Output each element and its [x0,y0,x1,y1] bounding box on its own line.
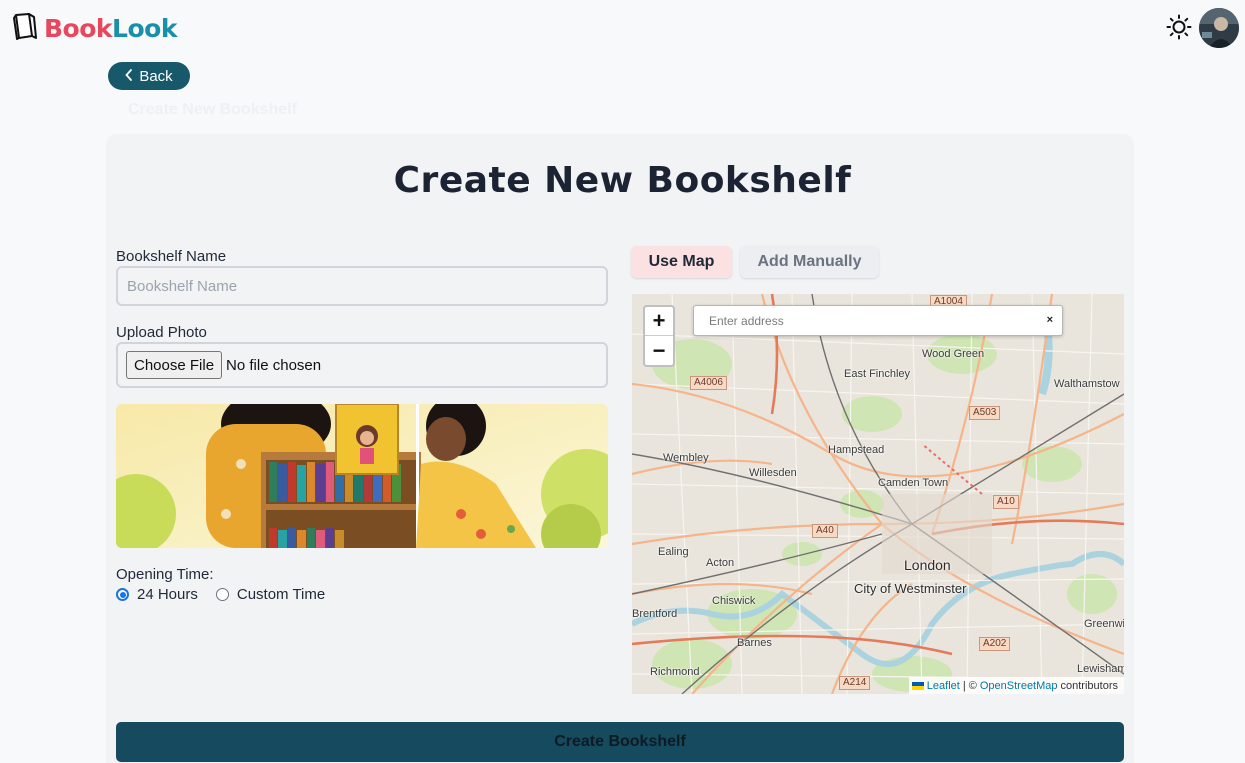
file-status-text: No file chosen [226,356,322,374]
sun-icon [1166,14,1192,45]
map-road-a4006: A4006 [690,376,727,390]
map-label-ealing: Ealing [658,546,689,558]
back-label: Back [139,67,173,85]
map-label-walthamstow: Walthamstow [1054,378,1120,390]
map-label-east-finchley: East Finchley [844,368,911,380]
radio-24-hours-label: 24 Hours [137,586,198,603]
map-label-london: London [904,557,951,573]
attribution-suffix: contributors [1060,679,1118,692]
page-title: Create New Bookshelf [393,160,852,201]
map-label-wood-green: Wood Green [922,348,985,360]
clear-search-button[interactable]: × [1047,314,1053,326]
app-logo[interactable]: BookLook [12,12,177,45]
map-zoom-control: + − [643,305,675,367]
map-road-a10: A10 [993,495,1019,509]
tab-use-map[interactable]: Use Map [631,246,732,278]
map-road-a202: A202 [979,637,1011,651]
map-label-camden-town: Camden Town [878,477,949,489]
create-bookshelf-button[interactable]: Create Bookshelf [116,722,1124,762]
map-label-wembley: Wembley [663,452,709,464]
attribution-separator: | © [962,679,977,692]
map-label-brentford: Brentford [632,608,678,620]
zoom-in-button[interactable]: + [645,307,673,336]
chevron-left-icon [125,68,133,85]
bookshelf-name-label: Bookshelf Name [116,248,227,265]
radio-custom-time-label: Custom Time [236,586,326,603]
map-address-search[interactable]: × [693,305,1063,336]
map-label-willesden: Willesden [749,467,797,479]
zoom-out-button[interactable]: − [645,336,673,365]
map-attribution: Leaflet | © OpenStreetMap contributors [908,677,1124,694]
location-map[interactable]: Wood Green East Finchley Walthamstow Ham… [632,294,1124,694]
logo-text: BookLook [44,14,177,43]
app-header: BookLook [0,0,1245,56]
back-button[interactable]: Back [108,62,190,90]
opening-time-label: Opening Time: [116,566,214,583]
map-label-lewisham: Lewisham [1077,663,1124,675]
choose-file-button[interactable]: Choose File [126,351,223,379]
address-search-input[interactable] [709,313,1029,328]
leaflet-link[interactable]: Leaflet [927,680,960,692]
upload-photo-label: Upload Photo [116,324,207,341]
map-tiles [632,294,1124,694]
map-label-hampstead: Hampstead [828,444,885,456]
ghost-heading: Create New Bookshelf [128,101,297,118]
book-icon [12,12,38,45]
map-label-barnes: Barnes [737,637,772,649]
map-road-a40: A40 [812,524,838,538]
radio-custom-time[interactable]: Custom Time [215,586,326,603]
map-label-chiswick: Chiswick [712,595,756,607]
map-label-acton: Acton [706,557,735,569]
radio-24-hours[interactable]: 24 Hours [116,586,198,603]
ukraine-flag-icon [911,681,924,690]
user-avatar[interactable] [1199,8,1239,48]
theme-toggle-button[interactable] [1164,14,1194,44]
map-label-city-of-westminster: City of Westminster [854,581,967,596]
map-label-greenwich: Greenwich [1084,618,1124,630]
map-road-a503: A503 [969,406,1001,420]
file-upload-field[interactable]: Choose File No file chosen [116,342,608,388]
tab-add-manually[interactable]: Add Manually [740,246,879,278]
map-label-richmond: Richmond [650,666,700,678]
bookshelf-name-input[interactable] [116,266,608,306]
openstreetmap-link[interactable]: OpenStreetMap [980,680,1058,692]
bookshelf-photo-preview [116,404,608,548]
radio-24-hours-control[interactable] [116,588,129,601]
opening-time-options: 24 Hours Custom Time [116,586,335,603]
radio-custom-time-control[interactable] [215,588,229,601]
map-road-a214: A214 [839,676,871,690]
